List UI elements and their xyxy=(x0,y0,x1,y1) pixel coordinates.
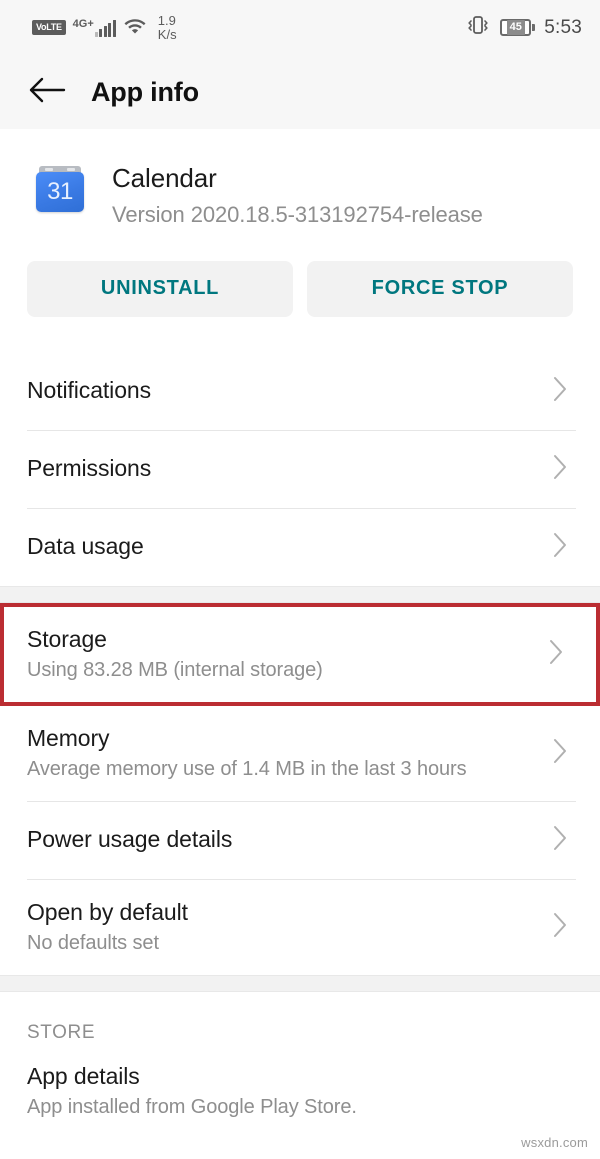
settings-row-permissions[interactable]: Permissions xyxy=(0,430,600,508)
app-meta: Calendar Version 2020.18.5-313192754-rel… xyxy=(112,160,483,228)
battery-icon: 45 xyxy=(500,19,536,36)
force-stop-button[interactable]: FORCE STOP xyxy=(307,260,573,317)
settings-list: Notifications Permissions Data usage Sto… xyxy=(0,352,600,1139)
row-text: App details App installed from Google Pl… xyxy=(27,1063,576,1118)
row-text: Storage Using 83.28 MB (internal storage… xyxy=(27,626,536,681)
calendar-day-number: 31 xyxy=(47,178,73,205)
row-title: Permissions xyxy=(27,455,152,482)
vibrate-icon xyxy=(465,15,491,40)
settings-row-data-usage[interactable]: Data usage xyxy=(0,508,600,586)
network-type-label: 4G+ xyxy=(72,17,94,30)
row-title: Notifications xyxy=(27,377,151,404)
chevron-right-icon xyxy=(552,375,568,408)
status-bar-left-group: VoLTE 4G+ 1.9 K/s xyxy=(32,14,177,41)
status-bar-clock: 5:53 xyxy=(544,16,582,38)
app-name: Calendar xyxy=(112,163,217,193)
row-subtitle: No defaults set xyxy=(27,931,159,954)
row-text: Open by default No defaults set xyxy=(27,899,540,954)
action-buttons: UNINSTALL FORCE STOP xyxy=(0,228,600,317)
row-title: App details xyxy=(27,1063,140,1090)
data-rate-unit: K/s xyxy=(157,26,177,42)
row-subtitle: Average memory use of 1.4 MB in the last… xyxy=(27,757,467,780)
section-separator-band xyxy=(0,585,600,603)
storage-row-highlight-box: Storage Using 83.28 MB (internal storage… xyxy=(0,602,600,706)
row-title: Storage xyxy=(27,626,107,653)
data-rate-value: 1.9 xyxy=(157,12,176,28)
chevron-right-icon xyxy=(552,824,568,857)
section-header-store: STORE xyxy=(27,1021,96,1043)
calendar-app-icon: 31 xyxy=(36,166,84,214)
row-subtitle: App installed from Google Play Store. xyxy=(27,1095,357,1118)
page-title: App info xyxy=(91,76,199,107)
row-text: Power usage details xyxy=(27,826,540,853)
app-bar: App info xyxy=(0,55,600,129)
back-arrow-icon xyxy=(28,75,66,110)
uninstall-button[interactable]: UNINSTALL xyxy=(27,260,293,317)
row-subtitle: Using 83.28 MB (internal storage) xyxy=(27,658,323,681)
status-bar: VoLTE 4G+ 1.9 K/s 45 5:53 xyxy=(0,0,600,55)
settings-row-memory[interactable]: Memory Average memory use of 1.4 MB in t… xyxy=(0,705,600,801)
settings-row-open-by-default[interactable]: Open by default No defaults set xyxy=(0,879,600,975)
row-title: Data usage xyxy=(27,533,144,560)
mobile-signal-indicator: 4G+ xyxy=(72,17,116,37)
row-text: Notifications xyxy=(27,377,540,404)
settings-row-storage[interactable]: Storage Using 83.28 MB (internal storage… xyxy=(4,606,596,702)
chevron-right-icon xyxy=(548,638,564,671)
signal-bars-icon xyxy=(94,19,116,37)
chevron-right-icon xyxy=(552,911,568,944)
settings-row-notifications[interactable]: Notifications xyxy=(0,352,600,430)
wifi-icon xyxy=(123,16,147,39)
app-version: Version 2020.18.5-313192754-release xyxy=(112,201,483,227)
chevron-right-icon xyxy=(552,737,568,770)
app-identity-section: 31 Calendar Version 2020.18.5-313192754-… xyxy=(0,129,600,228)
settings-row-power-usage-details[interactable]: Power usage details xyxy=(0,801,600,879)
row-text: Data usage xyxy=(27,533,540,560)
volte-icon: VoLTE xyxy=(32,20,66,35)
settings-row-app-details[interactable]: App details App installed from Google Pl… xyxy=(0,1043,600,1139)
status-bar-right-group: 45 5:53 xyxy=(465,15,582,40)
row-title: Memory xyxy=(27,725,110,752)
row-text: Memory Average memory use of 1.4 MB in t… xyxy=(27,725,540,780)
row-text: Permissions xyxy=(27,455,540,482)
section-separator-band xyxy=(0,974,600,992)
data-rate-indicator: 1.9 K/s xyxy=(158,14,177,41)
watermark: wsxdn.com xyxy=(521,1135,588,1150)
row-title: Open by default xyxy=(27,899,188,926)
back-button[interactable] xyxy=(24,69,70,115)
chevron-right-icon xyxy=(552,453,568,486)
chevron-right-icon xyxy=(552,531,568,564)
row-title: Power usage details xyxy=(27,826,233,853)
battery-level-label: 45 xyxy=(506,20,525,35)
